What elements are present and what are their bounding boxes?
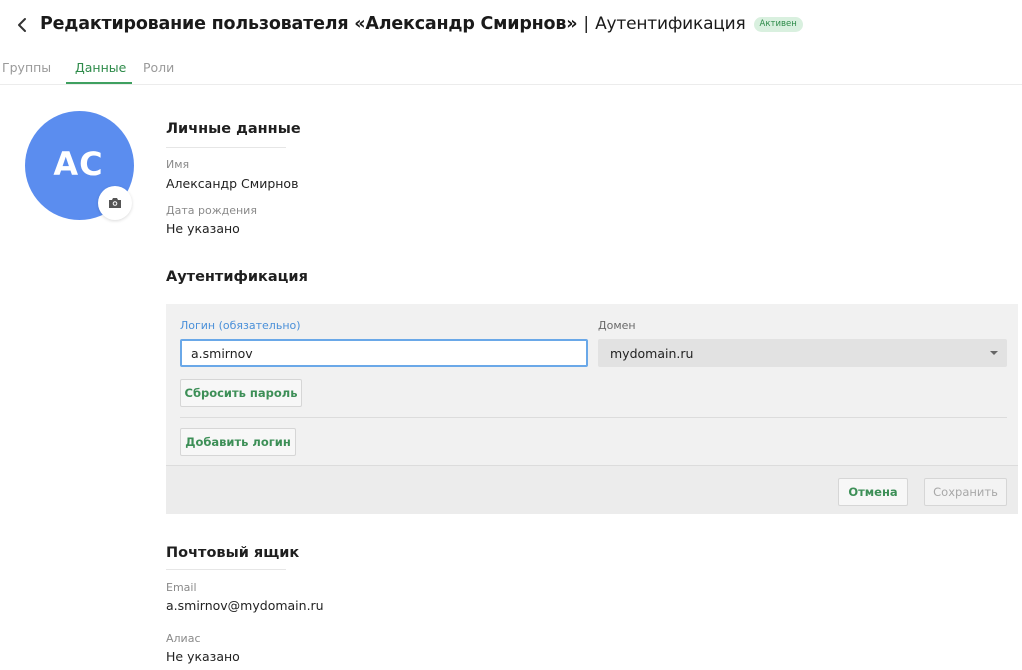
save-button[interactable]: Сохранить: [924, 478, 1007, 506]
section-divider: [166, 569, 286, 570]
change-photo-button[interactable]: [98, 186, 132, 220]
auth-divider: [180, 417, 1007, 418]
domain-select-value: mydomain.ru: [610, 345, 694, 361]
section-divider: [166, 147, 286, 148]
alias-value: Не указано: [166, 649, 240, 664]
tab-data[interactable]: Данные: [75, 60, 126, 75]
camera-icon: [109, 198, 121, 208]
tab-bar: Группы Данные Роли: [0, 52, 1022, 85]
login-input[interactable]: [180, 339, 588, 367]
auth-section-title: Аутентификация: [166, 269, 308, 285]
name-value: Александр Смирнов: [166, 176, 299, 191]
mailbox-section-title: Почтовый ящик: [166, 545, 300, 561]
active-tab-indicator: [66, 82, 132, 84]
domain-label: Домен: [598, 319, 636, 332]
reset-password-button[interactable]: Сбросить пароль: [180, 379, 302, 407]
tab-groups[interactable]: Группы: [2, 60, 51, 75]
chevron-down-icon: [990, 351, 998, 355]
page-title-separator: |: [583, 14, 590, 34]
avatar-initials: AC: [53, 144, 104, 183]
personal-data-title: Личные данные: [166, 121, 301, 137]
page-header: Редактирование пользователя «Александр С…: [0, 0, 1022, 50]
add-login-button[interactable]: Добавить логин: [180, 428, 296, 456]
birth-date-label: Дата рождения: [166, 204, 257, 217]
tab-roles[interactable]: Роли: [143, 60, 174, 75]
status-badge: Активен: [753, 16, 803, 32]
cancel-button[interactable]: Отмена: [838, 478, 908, 506]
name-label: Имя: [166, 158, 190, 171]
page-title-main: Редактирование пользователя «Александр С…: [40, 14, 578, 34]
email-value: a.smirnov@mydomain.ru: [166, 598, 324, 613]
login-label: Логин (обязательно): [180, 319, 301, 332]
domain-select[interactable]: mydomain.ru: [598, 339, 1007, 367]
alias-label: Алиас: [166, 632, 201, 645]
back-button[interactable]: [12, 13, 32, 37]
email-label: Email: [166, 581, 197, 594]
chevron-left-icon: [18, 18, 26, 32]
page-title: Редактирование пользователя «Александр С…: [40, 14, 803, 34]
page-title-section: Аутентификация: [595, 14, 746, 34]
birth-date-value: Не указано: [166, 221, 240, 236]
